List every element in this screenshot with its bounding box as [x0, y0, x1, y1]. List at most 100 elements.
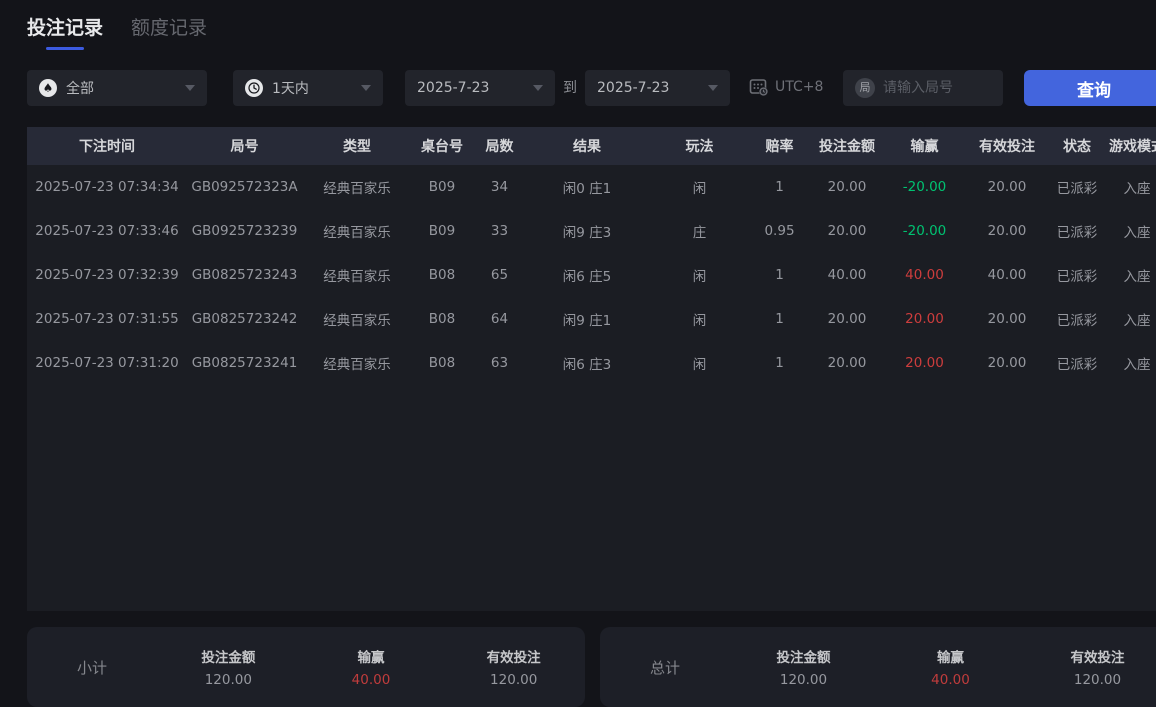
cell-play: 闲 [647, 253, 752, 297]
cell-odds: 1 [752, 297, 807, 341]
cell-table-no: B09 [412, 209, 472, 253]
cell-bet-amount: 20.00 [807, 209, 887, 253]
cell-game-type: 经典百家乐 [302, 341, 412, 385]
cell-play: 闲 [647, 165, 752, 209]
column-header: 类型 [302, 127, 412, 165]
cell-status: 已派彩 [1052, 165, 1102, 209]
table-row: 2025-07-23 07:31:55GB0825723242经典百家乐B086… [27, 297, 1156, 341]
chevron-down-icon [361, 85, 371, 91]
chevron-down-icon [185, 85, 195, 91]
cell-round-no: 63 [472, 341, 527, 385]
subtotal-win-loss-value: 40.00 [300, 672, 443, 688]
cell-valid-bet: 20.00 [962, 165, 1052, 209]
table-row: 2025-07-23 07:32:39GB0825723243经典百家乐B086… [27, 253, 1156, 297]
cell-time: 2025-07-23 07:31:55 [27, 297, 187, 341]
cell-game-mode: 入座 [1102, 209, 1156, 253]
total-valid-bet: 有效投注 120.00 [1024, 646, 1156, 688]
cell-odds: 1 [752, 165, 807, 209]
game-type-dropdown[interactable]: ♠ 全部 [27, 70, 207, 106]
cell-round-no: 64 [472, 297, 527, 341]
cell-play: 庄 [647, 209, 752, 253]
column-header: 有效投注 [962, 127, 1052, 165]
cell-play: 闲 [647, 341, 752, 385]
date-range-to-label: 到 [558, 70, 582, 106]
column-header: 桌台号 [412, 127, 472, 165]
total-bet-amount-value: 120.00 [730, 672, 877, 688]
round-search-input[interactable] [883, 80, 991, 96]
cell-table-no: B08 [412, 341, 472, 385]
cell-status: 已派彩 [1052, 297, 1102, 341]
cell-round-id: GB0825723243 [187, 253, 302, 297]
total-win-loss: 输赢 40.00 [877, 646, 1024, 688]
column-header: 投注金额 [807, 127, 887, 165]
total-bet-amount: 投注金额 120.00 [730, 646, 877, 688]
table-row: 2025-07-23 07:31:20GB0825723241经典百家乐B086… [27, 341, 1156, 385]
cell-table-no: B08 [412, 297, 472, 341]
cell-game-mode: 入座 [1102, 297, 1156, 341]
date-to-picker[interactable]: 2025-7-23 [585, 70, 730, 106]
column-header: 结果 [527, 127, 647, 165]
date-from-value: 2025-7-23 [417, 80, 489, 96]
cell-odds: 1 [752, 253, 807, 297]
cell-valid-bet: 20.00 [962, 341, 1052, 385]
cell-bet-amount: 20.00 [807, 297, 887, 341]
cell-game-mode: 入座 [1102, 253, 1156, 297]
time-range-dropdown[interactable]: 1天内 [233, 70, 383, 106]
cell-result: 闲9 庄1 [527, 297, 647, 341]
subtotal-valid-bet-label: 有效投注 [442, 646, 585, 666]
date-from-picker[interactable]: 2025-7-23 [405, 70, 555, 106]
bet-records-table: 下注时间局号类型桌台号局数结果玩法赔率投注金额输赢有效投注状态游戏模式 2025… [27, 127, 1156, 385]
total-win-loss-label: 输赢 [877, 646, 1024, 666]
cell-table-no: B09 [412, 165, 472, 209]
table-row: 2025-07-23 07:33:46GB0925723239经典百家乐B093… [27, 209, 1156, 253]
total-bet-amount-label: 投注金额 [730, 646, 877, 666]
subtotal-label: 小计 [27, 657, 157, 678]
column-header: 赔率 [752, 127, 807, 165]
tab-quota-records-label: 额度记录 [131, 17, 207, 39]
query-button[interactable]: 查询 [1024, 70, 1156, 106]
column-header: 局数 [472, 127, 527, 165]
column-header: 玩法 [647, 127, 752, 165]
tab-quota-records[interactable]: 额度记录 [131, 13, 207, 50]
cell-round-id: GB0825723242 [187, 297, 302, 341]
clock-icon [245, 79, 263, 97]
cell-odds: 0.95 [752, 209, 807, 253]
cell-round-no: 33 [472, 209, 527, 253]
subtotal-valid-bet-value: 120.00 [442, 672, 585, 688]
cell-valid-bet: 20.00 [962, 297, 1052, 341]
bet-records-table-container: 下注时间局号类型桌台号局数结果玩法赔率投注金额输赢有效投注状态游戏模式 2025… [27, 127, 1156, 611]
cell-result: 闲6 庄3 [527, 341, 647, 385]
cell-game-type: 经典百家乐 [302, 209, 412, 253]
subtotal-panel: 小计 投注金额 120.00 输赢 40.00 有效投注 120.00 [27, 627, 585, 707]
cell-status: 已派彩 [1052, 209, 1102, 253]
time-range-value: 1天内 [272, 78, 309, 98]
timezone-control[interactable]: UTC+8 [748, 76, 823, 98]
tab-bet-records[interactable]: 投注记录 [27, 13, 103, 50]
cell-valid-bet: 40.00 [962, 253, 1052, 297]
cell-game-mode: 入座 [1102, 341, 1156, 385]
cell-round-id: GB092572323A [187, 165, 302, 209]
cell-bet-amount: 40.00 [807, 253, 887, 297]
cell-table-no: B08 [412, 253, 472, 297]
total-valid-bet-value: 120.00 [1024, 672, 1156, 688]
cell-time: 2025-07-23 07:32:39 [27, 253, 187, 297]
total-win-loss-value: 40.00 [877, 672, 1024, 688]
total-valid-bet-label: 有效投注 [1024, 646, 1156, 666]
cell-game-type: 经典百家乐 [302, 253, 412, 297]
column-header: 状态 [1052, 127, 1102, 165]
column-header: 局号 [187, 127, 302, 165]
cell-status: 已派彩 [1052, 341, 1102, 385]
cell-result: 闲0 庄1 [527, 165, 647, 209]
cell-odds: 1 [752, 341, 807, 385]
top-tabs: 投注记录 额度记录 [27, 13, 207, 50]
subtotal-valid-bet: 有效投注 120.00 [442, 646, 585, 688]
round-search-field[interactable]: 局 [843, 70, 1003, 106]
cell-bet-amount: 20.00 [807, 341, 887, 385]
spade-icon: ♠ [39, 79, 57, 97]
subtotal-bet-amount: 投注金额 120.00 [157, 646, 300, 688]
subtotal-win-loss-label: 输赢 [300, 646, 443, 666]
subtotal-win-loss: 输赢 40.00 [300, 646, 443, 688]
cell-result: 闲9 庄3 [527, 209, 647, 253]
date-to-value: 2025-7-23 [597, 80, 669, 96]
cell-time: 2025-07-23 07:34:34 [27, 165, 187, 209]
